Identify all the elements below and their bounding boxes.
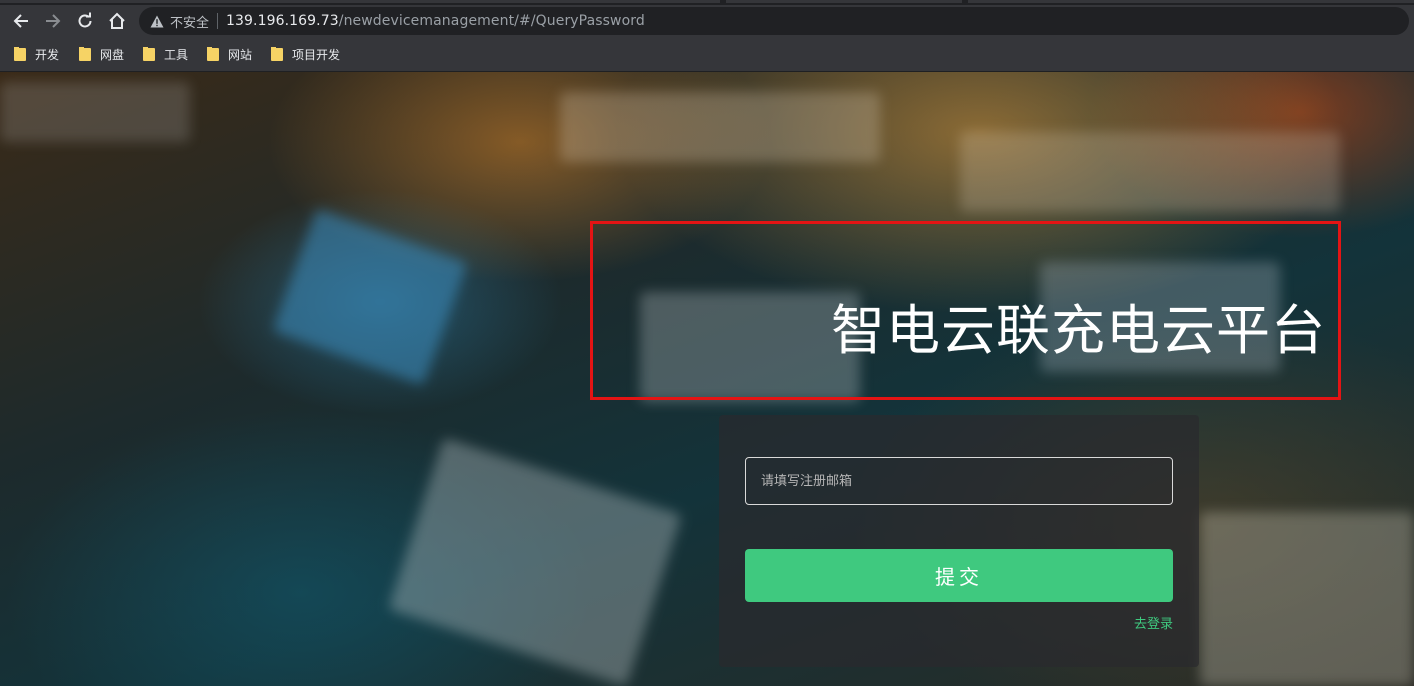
bookmark-label: 开发 — [35, 47, 60, 62]
arrow-left-icon — [13, 14, 28, 28]
background-shape — [960, 132, 1340, 212]
tab-bar[interactable] — [726, 0, 962, 3]
folder-icon — [14, 47, 26, 61]
url-path: /newdevicemanagement/#/QueryPassword — [338, 13, 645, 29]
page-title: 智电云联充电云平台 — [831, 299, 1326, 362]
bookmark-label: 项目开发 — [292, 47, 341, 62]
background-shape — [1200, 512, 1414, 686]
arrow-right-icon — [46, 14, 61, 28]
bookmark-folder[interactable]: 工具 — [143, 45, 188, 63]
url-text[interactable]: 139.196.169.73/newdevicemanagement/#/Que… — [226, 13, 645, 29]
home-icon — [109, 12, 125, 29]
warning-icon[interactable] — [150, 15, 164, 28]
back-button[interactable] — [7, 8, 35, 34]
page-viewport: 智电云联充电云平台 提交 去登录 — [0, 72, 1414, 686]
browser-toolbar: 不安全 139.196.169.73/newdevicemanagement/#… — [0, 5, 1414, 38]
reload-icon — [78, 12, 92, 28]
forward-button[interactable] — [39, 8, 67, 34]
submit-button[interactable]: 提交 — [745, 549, 1173, 602]
bookmark-folder[interactable]: 开发 — [14, 45, 59, 63]
home-button[interactable] — [103, 8, 131, 34]
bookmark-folder[interactable]: 网站 — [207, 45, 252, 63]
address-bar[interactable]: 不安全 139.196.169.73/newdevicemanagement/#… — [139, 7, 1409, 35]
folder-icon — [79, 47, 91, 61]
bookmark-folder[interactable]: 项目开发 — [271, 45, 340, 63]
email-field[interactable] — [745, 457, 1173, 505]
go-to-login-link[interactable]: 去登录 — [1134, 613, 1173, 632]
bookmark-label: 工具 — [164, 47, 189, 62]
recover-password-card: 提交 去登录 — [719, 415, 1199, 667]
divider — [217, 13, 219, 29]
tab-bar[interactable] — [968, 0, 1414, 3]
reload-button[interactable] — [71, 8, 99, 34]
tab-bar[interactable] — [0, 0, 720, 3]
security-label[interactable]: 不安全 — [170, 12, 209, 31]
background-shape — [0, 82, 190, 142]
folder-icon — [271, 47, 283, 61]
folder-icon — [207, 47, 219, 61]
bookmark-label: 网站 — [228, 47, 253, 62]
bookmark-folder[interactable]: 网盘 — [79, 45, 124, 63]
bookmarks-bar: 开发 网盘 工具 网站 项目开发 — [0, 38, 1414, 72]
bookmark-label: 网盘 — [100, 47, 125, 62]
folder-icon — [143, 47, 155, 61]
background-shape — [560, 92, 880, 162]
url-host: 139.196.169.73 — [226, 13, 339, 29]
